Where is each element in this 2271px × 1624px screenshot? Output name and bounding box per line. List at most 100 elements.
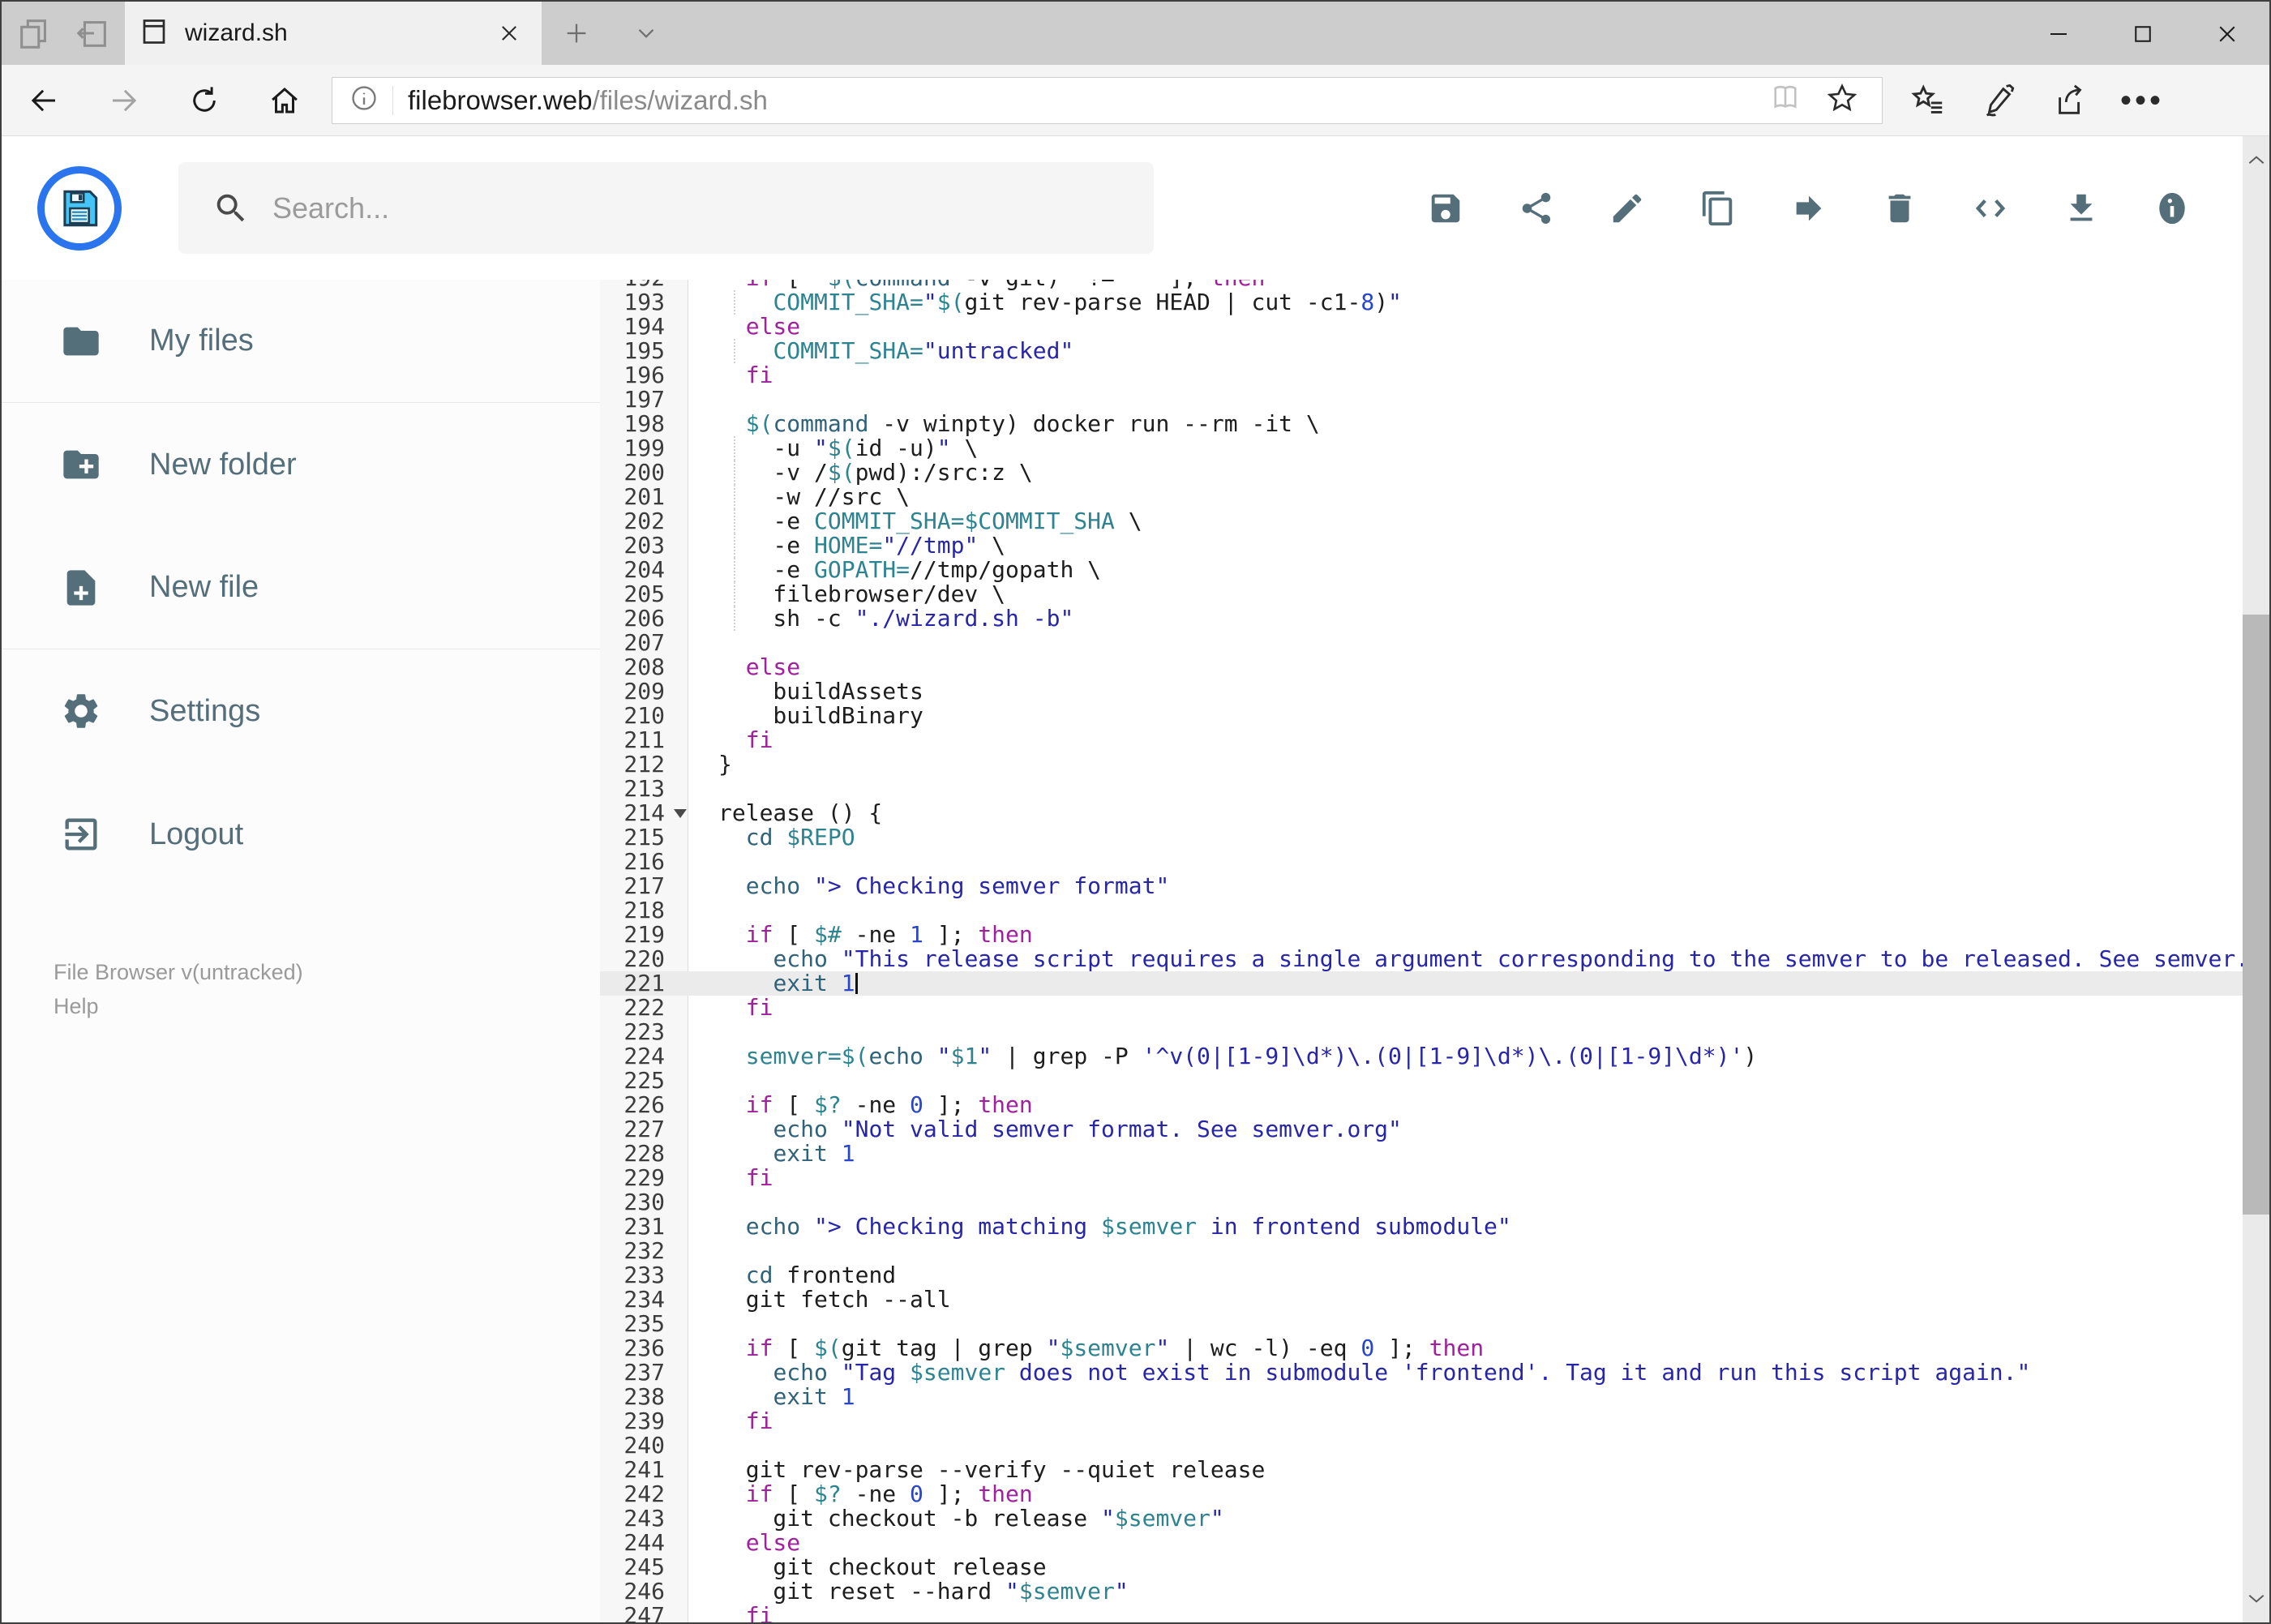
code-line-238[interactable]: 238 exit 1 xyxy=(600,1385,2243,1409)
share-icon[interactable] xyxy=(2048,78,2093,123)
search-input[interactable] xyxy=(271,190,1154,226)
address-bar[interactable]: filebrowser.web/files/wizard.sh xyxy=(332,76,1883,124)
code-line-208[interactable]: 208 else xyxy=(600,655,2243,679)
code-line-204[interactable]: 204 -e GOPATH=//tmp/gopath \ xyxy=(600,558,2243,582)
code-line-247[interactable]: 247 fi xyxy=(600,1604,2243,1623)
source-code-button[interactable] xyxy=(1972,190,2009,227)
code-line-242[interactable]: 242 if [ $? -ne 0 ]; then xyxy=(600,1482,2243,1506)
help-link[interactable]: Help xyxy=(54,989,303,1023)
code-line-245[interactable]: 245 git checkout release xyxy=(600,1555,2243,1579)
window-close-button[interactable] xyxy=(2185,13,2269,55)
hub-favorites-icon[interactable] xyxy=(1905,78,1951,123)
code-line-201[interactable]: 201 -w //src \ xyxy=(600,485,2243,509)
set-tabs-aside-icon[interactable] xyxy=(74,15,111,52)
code-line-224[interactable]: 224 semver=$(echo "$1" | grep -P '^v(0|[… xyxy=(600,1044,2243,1069)
sidebar-item-new-file[interactable]: New file xyxy=(2,526,600,649)
code-line-202[interactable]: 202 -e COMMIT_SHA=$COMMIT_SHA \ xyxy=(600,509,2243,533)
window-maximize-button[interactable] xyxy=(2101,13,2185,55)
save-button[interactable] xyxy=(1427,190,1464,227)
more-ellipsis-icon[interactable]: ••• xyxy=(2119,78,2165,123)
code-line-220[interactable]: 220 echo "This release script requires a… xyxy=(600,947,2243,971)
code-line-216[interactable]: 216 xyxy=(600,850,2243,874)
code-line-237[interactable]: 237 echo "Tag $semver does not exist in … xyxy=(600,1360,2243,1385)
code-line-229[interactable]: 229 fi xyxy=(600,1166,2243,1190)
window-minimize-button[interactable] xyxy=(2016,13,2101,55)
favorite-star-icon[interactable] xyxy=(1825,81,1859,119)
code-line-195[interactable]: 195 COMMIT_SHA="untracked" xyxy=(600,339,2243,363)
code-line-193[interactable]: 193 COMMIT_SHA="$(git rev-parse HEAD | c… xyxy=(600,290,2243,315)
page-scrollbar[interactable] xyxy=(2243,136,2269,1622)
search-box[interactable] xyxy=(178,162,1154,254)
forward-button[interactable] xyxy=(98,75,150,126)
code-line-212[interactable]: 212} xyxy=(600,752,2243,777)
scroll-up-icon[interactable] xyxy=(2243,136,2269,185)
code-line-199[interactable]: 199 -u "$(id -u)" \ xyxy=(600,436,2243,461)
code-line-227[interactable]: 227 echo "Not valid semver format. See s… xyxy=(600,1117,2243,1142)
filebrowser-logo[interactable] xyxy=(37,165,122,251)
rename-button[interactable] xyxy=(1609,190,1646,227)
code-line-211[interactable]: 211 fi xyxy=(600,728,2243,752)
code-line-234[interactable]: 234 git fetch --all xyxy=(600,1288,2243,1312)
site-info-icon[interactable] xyxy=(349,83,379,118)
download-button[interactable] xyxy=(2063,190,2100,227)
new-tab-button[interactable] xyxy=(542,2,611,65)
scroll-down-icon[interactable] xyxy=(2243,1574,2269,1622)
browser-tab[interactable]: wizard.sh xyxy=(125,2,542,65)
code-line-231[interactable]: 231 echo "> Checking matching $semver in… xyxy=(600,1215,2243,1239)
sidebar-item-my-files[interactable]: My files xyxy=(2,280,600,403)
code-line-213[interactable]: 213 xyxy=(600,777,2243,801)
code-line-209[interactable]: 209 buildAssets xyxy=(600,679,2243,704)
code-line-198[interactable]: 198 $(command -v winpty) docker run --rm… xyxy=(600,412,2243,436)
tab-close-icon[interactable] xyxy=(491,15,527,51)
back-button[interactable] xyxy=(18,75,70,126)
code-line-241[interactable]: 241 git rev-parse --verify --quiet relea… xyxy=(600,1458,2243,1482)
code-line-239[interactable]: 239 fi xyxy=(600,1409,2243,1433)
home-button[interactable] xyxy=(259,75,311,126)
code-line-243[interactable]: 243 git checkout -b release "$semver" xyxy=(600,1506,2243,1531)
tab-list-chevron-icon[interactable] xyxy=(611,2,681,65)
code-line-194[interactable]: 194 else xyxy=(600,315,2243,339)
code-line-244[interactable]: 244 else xyxy=(600,1531,2243,1555)
code-line-225[interactable]: 225 xyxy=(600,1069,2243,1093)
tab-preview-icon[interactable] xyxy=(15,15,53,52)
code-line-233[interactable]: 233 cd frontend xyxy=(600,1263,2243,1288)
code-line-222[interactable]: 222 fi xyxy=(600,996,2243,1020)
sidebar-item-new-folder[interactable]: New folder xyxy=(2,403,600,526)
code-line-226[interactable]: 226 if [ $? -ne 0 ]; then xyxy=(600,1093,2243,1117)
code-line-223[interactable]: 223 xyxy=(600,1020,2243,1044)
delete-button[interactable] xyxy=(1881,190,1918,227)
refresh-button[interactable] xyxy=(178,75,230,126)
share-file-button[interactable] xyxy=(1518,190,1555,227)
code-editor[interactable]: 192 if [ "$(command -v git)" != "" ]; th… xyxy=(600,280,2243,1622)
code-line-197[interactable]: 197 xyxy=(600,388,2243,412)
fold-arrow-icon[interactable] xyxy=(674,809,687,818)
code-line-217[interactable]: 217 echo "> Checking semver format" xyxy=(600,874,2243,898)
sidebar-item-logout[interactable]: Logout xyxy=(2,773,600,896)
code-line-215[interactable]: 215 cd $REPO xyxy=(600,825,2243,850)
code-line-205[interactable]: 205 filebrowser/dev \ xyxy=(600,582,2243,606)
code-line-228[interactable]: 228 exit 1 xyxy=(600,1142,2243,1166)
code-line-240[interactable]: 240 xyxy=(600,1433,2243,1458)
code-line-210[interactable]: 210 buildBinary xyxy=(600,704,2243,728)
code-line-219[interactable]: 219 if [ $# -ne 1 ]; then xyxy=(600,923,2243,947)
code-line-196[interactable]: 196 fi xyxy=(600,363,2243,388)
move-button[interactable] xyxy=(1790,190,1828,227)
scrollbar-thumb[interactable] xyxy=(2243,615,2269,1215)
code-line-230[interactable]: 230 xyxy=(600,1190,2243,1215)
reading-view-icon[interactable] xyxy=(1768,81,1802,119)
code-line-203[interactable]: 203 -e HOME="//tmp" \ xyxy=(600,533,2243,558)
code-line-214[interactable]: 214 release () { xyxy=(600,801,2243,825)
code-line-206[interactable]: 206 sh -c "./wizard.sh -b" xyxy=(600,606,2243,631)
code-line-246[interactable]: 246 git reset --hard "$semver" xyxy=(600,1579,2243,1604)
url-text[interactable]: filebrowser.web/files/wizard.sh xyxy=(408,85,1768,116)
web-note-pen-icon[interactable] xyxy=(1977,78,2022,123)
code-line-235[interactable]: 235 xyxy=(600,1312,2243,1336)
code-line-236[interactable]: 236 if [ $(git tag | grep "$semver" | wc… xyxy=(600,1336,2243,1360)
sidebar-item-settings[interactable]: Settings xyxy=(2,649,600,773)
code-line-232[interactable]: 232 xyxy=(600,1239,2243,1263)
info-button[interactable] xyxy=(2153,190,2191,227)
copy-button[interactable] xyxy=(1699,190,1737,227)
code-line-221[interactable]: 221 exit 1 xyxy=(600,971,2243,996)
code-line-218[interactable]: 218 xyxy=(600,898,2243,923)
code-line-207[interactable]: 207 xyxy=(600,631,2243,655)
